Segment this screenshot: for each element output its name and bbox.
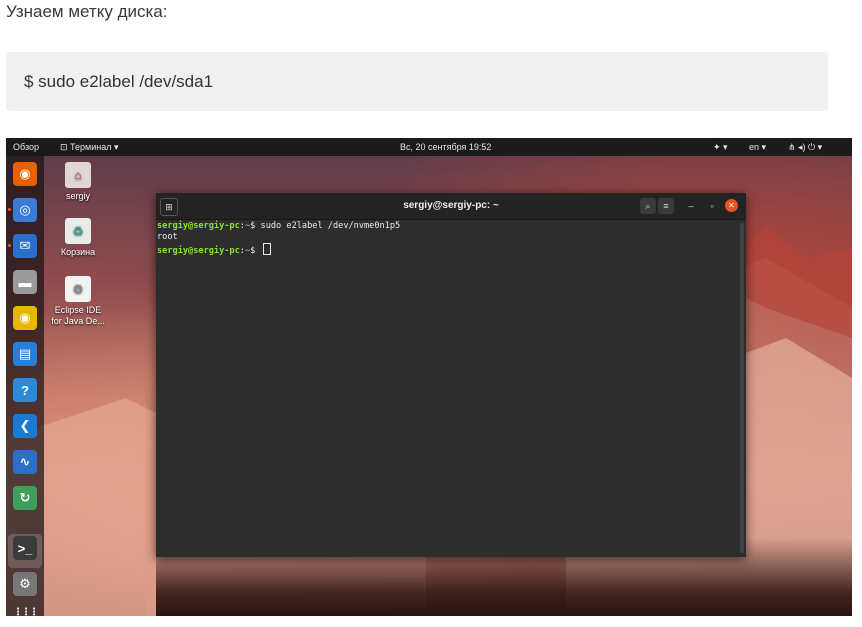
top-bar: Обзор ⊡ Терминал ▾ Вс, 20 сентября 19:52… — [6, 138, 852, 156]
article-heading: Узнаем метку диска: — [6, 2, 168, 21]
desktop-icon-label: sergiy — [65, 191, 90, 201]
language-menu[interactable]: en ▾ — [749, 142, 766, 153]
files-icon[interactable]: ▬ — [13, 270, 37, 294]
home-folder-icon: ⌂ — [65, 162, 91, 188]
close-icon[interactable]: ✕ — [725, 199, 738, 212]
show-apps-icon[interactable]: ⋮⋮⋮ — [13, 600, 39, 617]
desktop-icon-label: Корзина — [60, 247, 96, 257]
minimize-icon[interactable]: – — [683, 198, 699, 214]
desktop-icon-eclipse[interactable]: ⚙ Eclipse IDE for Java De... — [43, 276, 113, 327]
search-icon[interactable]: ⌕ — [640, 198, 656, 214]
settings-icon[interactable]: ⚙ — [13, 572, 37, 596]
eclipse-launcher-icon: ⚙ — [65, 276, 91, 302]
thunderbird-icon[interactable]: ✉ — [13, 234, 37, 258]
desktop-screenshot: Обзор ⊡ Терминал ▾ Вс, 20 сентября 19:52… — [6, 138, 852, 616]
text-cursor — [262, 243, 271, 255]
terminal-scrollbar[interactable] — [740, 223, 744, 553]
rhythmbox-icon[interactable]: ◉ — [13, 306, 37, 330]
code-command: $ sudo e2label /dev/sda1 — [24, 72, 214, 91]
terminal-window[interactable]: ⊞ sergiy@sergiy-pc: ~ ⌕ ≡ – ▫ ✕ sergiy@s… — [156, 193, 746, 557]
terminal-line: sergiy@sergiy-pc:~$ — [157, 243, 271, 256]
app-menu-label: Терминал — [70, 142, 112, 152]
help-icon[interactable]: ? — [13, 378, 37, 402]
dock: ◉ ◎ ✉ ▬ ◉ ▤? ❮ ∿ ↻ >_ ⚙ ⋮⋮⋮ — [6, 156, 44, 616]
clock[interactable]: Вс, 20 сентября 19:52 — [400, 142, 491, 152]
prompt-dollar: $ — [250, 221, 261, 231]
terminal-output[interactable]: sergiy@sergiy-pc:~$ sudo e2label /dev/nv… — [156, 220, 738, 557]
trash-icon: ♻ — [65, 218, 91, 244]
desktop-icon-trash[interactable]: ♻ Корзина — [43, 218, 113, 258]
prompt-user-host: sergiy@sergiy-pc — [157, 246, 240, 256]
terminal-titlebar[interactable]: ⊞ sergiy@sergiy-pc: ~ ⌕ ≡ – ▫ ✕ — [156, 193, 746, 220]
maximize-icon[interactable]: ▫ — [704, 198, 720, 214]
system-menu[interactable]: ⋔ ◂) ⏻ ▾ — [788, 142, 822, 153]
software-updater-icon[interactable]: ↻ — [13, 486, 37, 510]
chevron-down-icon: ▾ — [114, 142, 119, 152]
terminal-small-icon: ⊡ — [60, 142, 71, 152]
system-monitor-icon[interactable]: ∿ — [13, 450, 37, 474]
terminal-icon[interactable]: >_ — [13, 536, 37, 560]
code-block: $ sudo e2label /dev/sda1 — [6, 52, 828, 111]
terminal-line: sergiy@sergiy-pc:~$ sudo e2label /dev/nv… — [157, 221, 400, 231]
prompt-user-host: sergiy@sergiy-pc — [157, 221, 240, 231]
running-indicator — [8, 208, 11, 211]
chromium-icon[interactable]: ◎ — [13, 198, 37, 222]
command-text: sudo e2label /dev/nvme0n1p5 — [260, 221, 401, 231]
desktop-icon-home[interactable]: ⌂ sergiy — [43, 162, 113, 202]
accessibility-menu[interactable]: ✦ ▾ — [713, 142, 728, 153]
hamburger-menu-icon[interactable]: ≡ — [658, 198, 674, 214]
prompt-dollar: $ — [250, 246, 261, 256]
activities-button[interactable]: Обзор — [13, 142, 39, 152]
firefox-icon[interactable]: ◉ — [13, 162, 37, 186]
app-menu[interactable]: ⊡ Терминал ▾ — [60, 142, 119, 153]
desktop-icon-label: Eclipse IDE for Java De... — [51, 305, 105, 326]
running-indicator — [8, 244, 11, 247]
writer-icon[interactable]: ▤ — [13, 342, 37, 366]
terminal-output-line: root — [157, 232, 178, 242]
vscode-icon[interactable]: ❮ — [13, 414, 37, 438]
